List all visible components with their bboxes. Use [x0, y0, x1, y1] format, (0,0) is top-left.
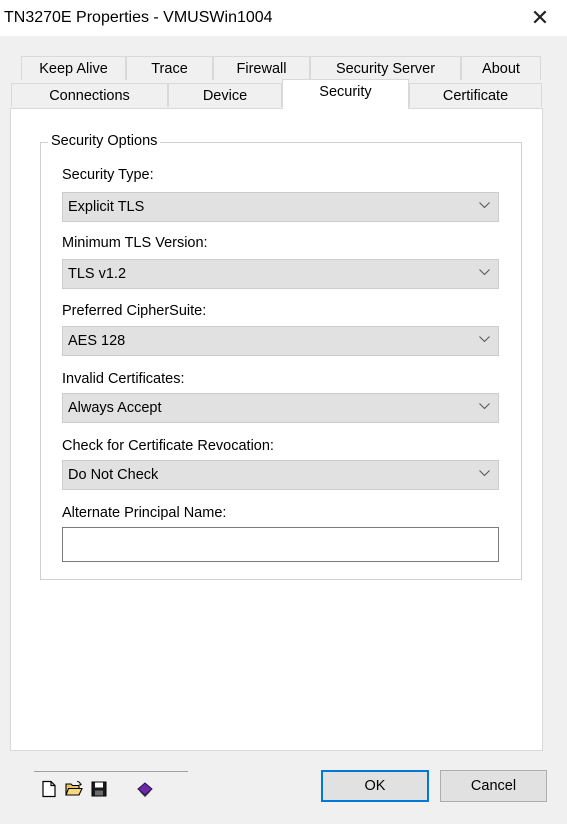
security-type-value: Explicit TLS [68, 199, 145, 215]
new-document-icon[interactable] [40, 780, 58, 798]
min-tls-version-label: Minimum TLS Version: [62, 235, 208, 251]
tab-about[interactable]: About [461, 56, 541, 80]
min-tls-version-value: TLS v1.2 [68, 266, 127, 282]
chevron-down-icon [479, 336, 490, 343]
security-type-dropdown[interactable]: Explicit TLS [62, 192, 499, 222]
invalid-certificates-dropdown[interactable]: Always Accept [62, 393, 499, 423]
group-title: Security Options [48, 133, 161, 149]
chevron-down-icon [479, 269, 490, 276]
window-title: TN3270E Properties - VMUSWin1004 [4, 9, 273, 26]
cipher-suite-value: AES 128 [68, 333, 126, 349]
ok-button[interactable]: OK [321, 770, 429, 802]
cancel-button[interactable]: Cancel [440, 770, 547, 802]
cipher-suite-dropdown[interactable]: AES 128 [62, 326, 499, 356]
open-folder-icon[interactable] [65, 780, 83, 798]
cert-revocation-value: Do Not Check [68, 467, 159, 483]
tab-security[interactable]: Security [282, 79, 409, 109]
invalid-certificates-label: Invalid Certificates: [62, 371, 185, 387]
save-disk-icon[interactable] [90, 780, 108, 798]
tab-certificate[interactable]: Certificate [409, 83, 542, 107]
cipher-suite-label: Preferred CipherSuite: [62, 303, 207, 319]
invalid-certificates-value: Always Accept [68, 400, 162, 416]
min-tls-version-dropdown[interactable]: TLS v1.2 [62, 259, 499, 289]
cert-revocation-dropdown[interactable]: Do Not Check [62, 460, 499, 490]
book-icon[interactable] [136, 780, 154, 798]
security-type-label: Security Type: [62, 167, 154, 183]
cert-revocation-label: Check for Certificate Revocation: [62, 438, 274, 454]
tab-firewall[interactable]: Firewall [213, 56, 310, 80]
title-bar: TN3270E Properties - VMUSWin1004 ✕ [0, 0, 567, 36]
alt-principal-name-label: Alternate Principal Name: [62, 505, 227, 521]
chevron-down-icon [479, 202, 490, 209]
security-tab-panel: Security Options Security Type: Explicit… [10, 108, 543, 751]
tab-keep-alive[interactable]: Keep Alive [21, 56, 126, 80]
tab-security-server[interactable]: Security Server [310, 56, 461, 80]
tab-connections[interactable]: Connections [11, 83, 168, 107]
close-button[interactable]: ✕ [527, 6, 553, 32]
tab-trace[interactable]: Trace [126, 56, 213, 80]
chevron-down-icon [479, 403, 490, 410]
toolbar-separator [34, 771, 188, 772]
close-icon: ✕ [530, 5, 550, 30]
alt-principal-name-input[interactable] [62, 527, 499, 562]
chevron-down-icon [479, 470, 490, 477]
tab-device[interactable]: Device [168, 83, 282, 107]
